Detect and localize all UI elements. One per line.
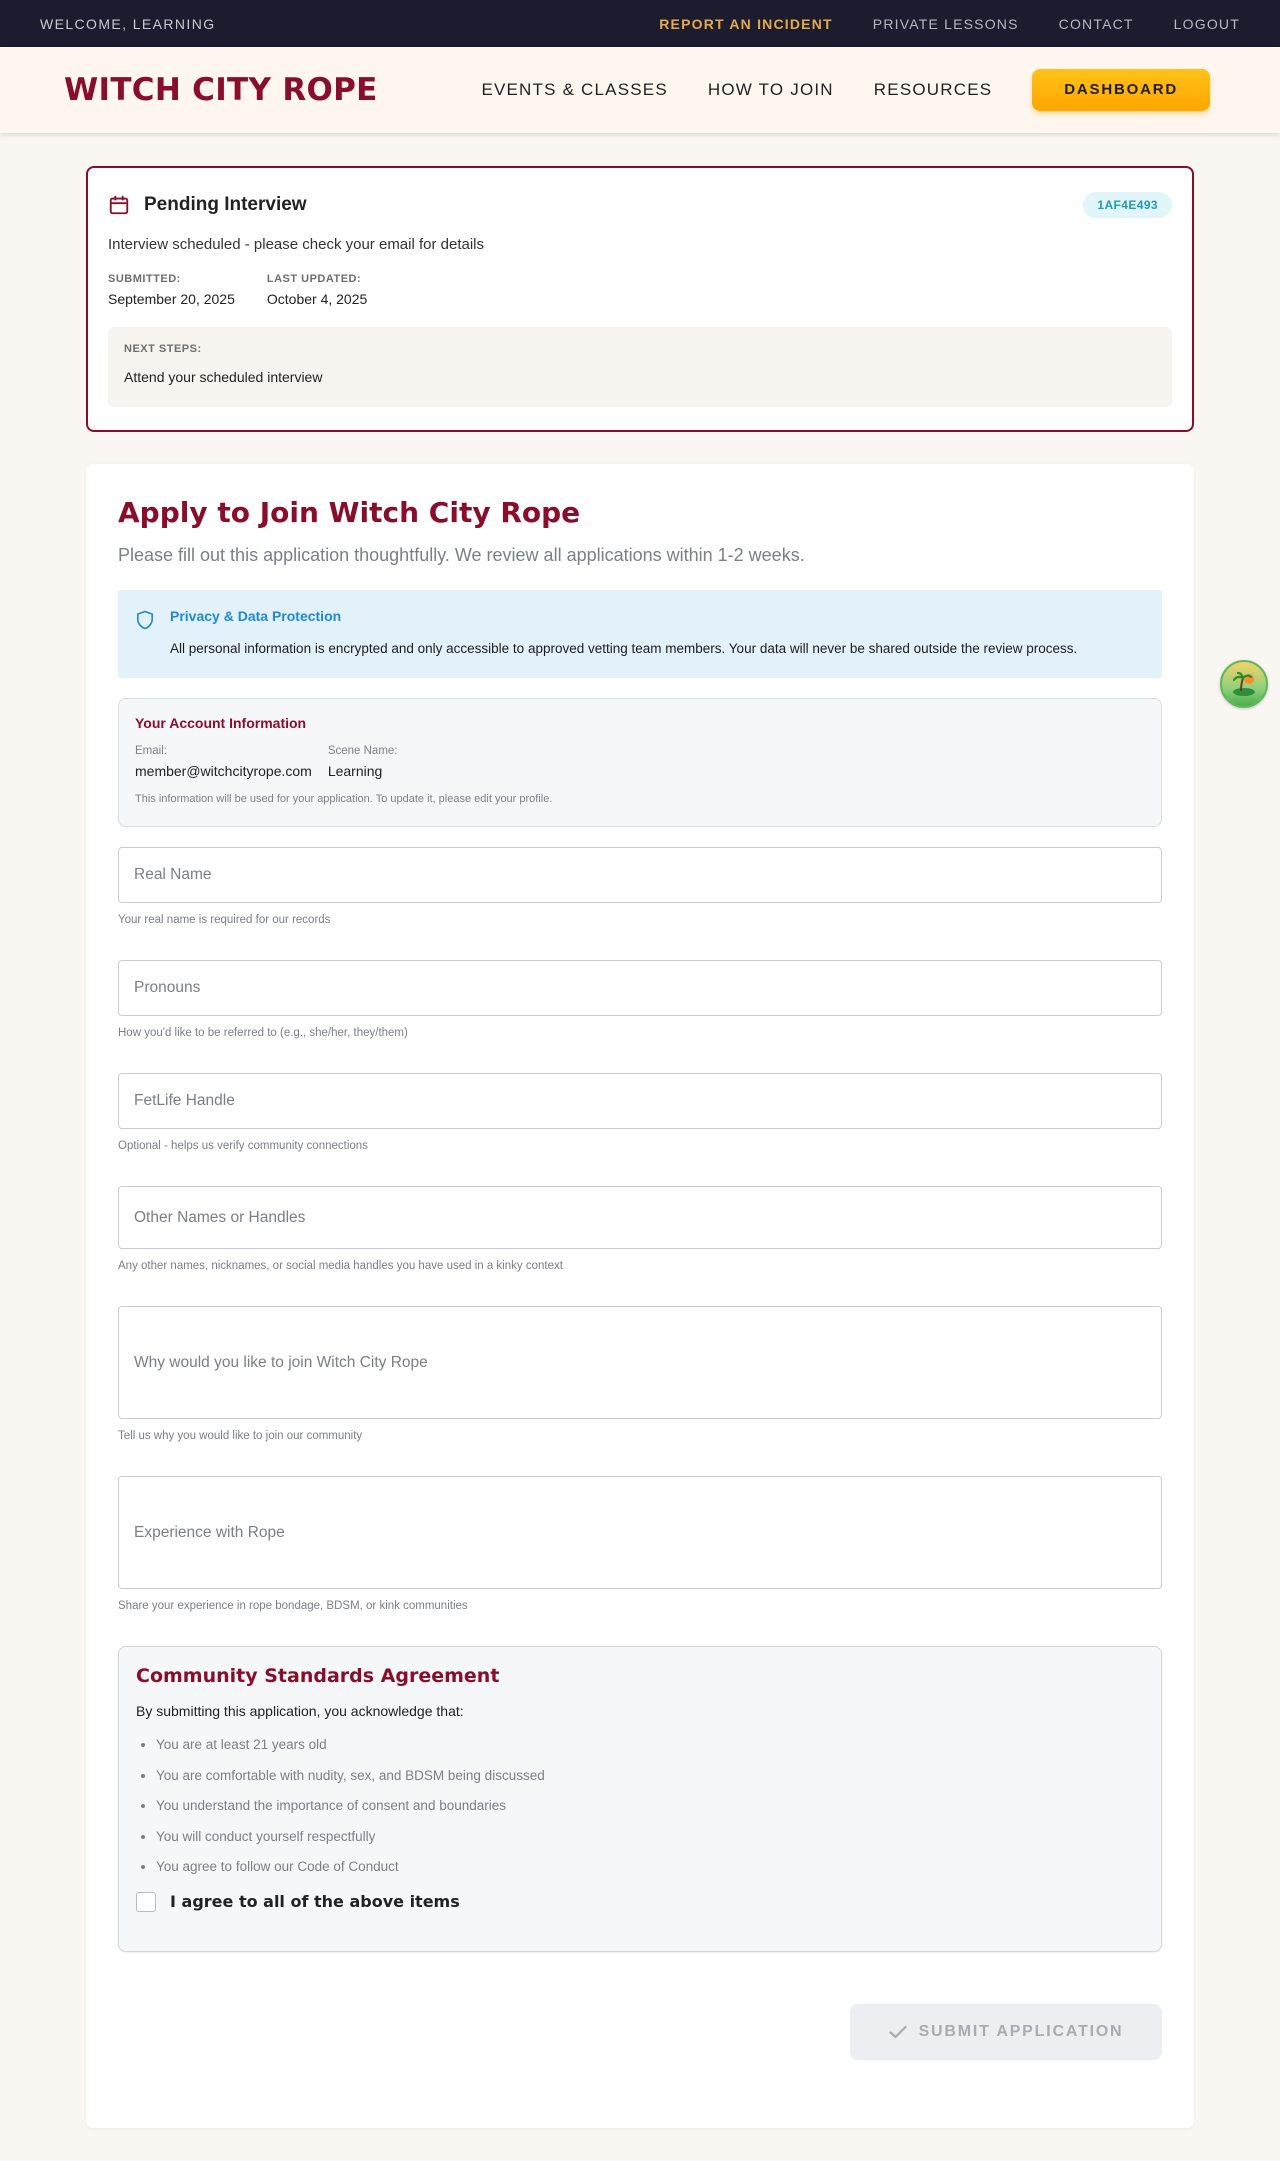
email-value: member@witchcityrope.com bbox=[135, 763, 312, 779]
agreement-checkbox[interactable] bbox=[136, 1891, 156, 1912]
application-form: Apply to Join Witch City Rope Please fil… bbox=[86, 464, 1194, 2128]
email-label: Email: bbox=[135, 745, 167, 757]
real-name-input[interactable]: Real Name bbox=[118, 847, 1162, 903]
pronouns-helper: How you'd like to be referred to (e.g., … bbox=[118, 1027, 408, 1039]
assistant-icon[interactable] bbox=[1220, 660, 1268, 708]
private-lessons-link[interactable]: PRIVATE LESSONS bbox=[873, 16, 1019, 32]
last-updated-date: October 4, 2025 bbox=[266, 291, 368, 307]
privacy-text: All personal information is encrypted an… bbox=[170, 641, 1078, 656]
nav-resources[interactable]: RESOURCES bbox=[874, 80, 993, 100]
agreement-title: Community Standards Agreement bbox=[136, 1665, 500, 1687]
nav-links: EVENTS & CLASSES HOW TO JOIN RESOURCES D… bbox=[441, 69, 1210, 111]
application-id-badge: 1AF4E493 bbox=[1083, 192, 1172, 218]
other-names-helper: Any other names, nicknames, or social me… bbox=[118, 1260, 563, 1272]
form-subtitle: Please fill out this application thought… bbox=[118, 545, 805, 565]
other-names-input[interactable]: Other Names or Handles bbox=[118, 1186, 1162, 1249]
status-title: Pending Interview bbox=[144, 194, 307, 215]
account-info-title: Your Account Information bbox=[135, 715, 307, 731]
status-message: Interview scheduled - please check your … bbox=[108, 236, 485, 253]
other-names-field-group: Other Names or Handles Any other names, … bbox=[118, 1186, 1162, 1272]
pronouns-input[interactable]: Pronouns bbox=[118, 960, 1162, 1016]
logout-link[interactable]: LOGOUT bbox=[1174, 16, 1240, 32]
account-fields: Email: member@witchcityrope.com Scene Na… bbox=[135, 745, 1145, 779]
status-dates: SUBMITTED: September 20, 2025 LAST UPDAT… bbox=[108, 273, 1172, 307]
why-join-field-group: Why would you like to join Witch City Ro… bbox=[118, 1306, 1162, 1442]
account-scene-group: Scene Name: Learning bbox=[328, 745, 398, 779]
privacy-title: Privacy & Data Protection bbox=[170, 608, 342, 624]
experience-field-group: Experience with Rope Share your experien… bbox=[118, 1476, 1162, 1612]
welcome-text: WELCOME, LEARNING bbox=[40, 15, 216, 32]
agreement-checkbox-row[interactable]: I agree to all of the above items bbox=[136, 1891, 1144, 1912]
application-status-card: Pending Interview 1AF4E493 Interview sch… bbox=[86, 166, 1194, 432]
submitted-label: SUBMITTED: bbox=[108, 273, 181, 285]
contact-link[interactable]: CONTACT bbox=[1059, 16, 1134, 32]
agreement-item: You are comfortable with nudity, sex, an… bbox=[156, 1768, 1144, 1799]
last-updated-label: LAST UPDATED: bbox=[266, 273, 362, 285]
updated-date-group: LAST UPDATED: October 4, 2025 bbox=[267, 273, 367, 307]
fetlife-field-group: FetLife Handle Optional - helps us verif… bbox=[118, 1073, 1162, 1152]
nav-events-classes[interactable]: EVENTS & CLASSES bbox=[481, 80, 667, 100]
utility-links: REPORT AN INCIDENT PRIVATE LESSONS CONTA… bbox=[619, 16, 1240, 32]
next-steps-text: Attend your scheduled interview bbox=[124, 369, 323, 385]
agreement-checkbox-label[interactable]: I agree to all of the above items bbox=[170, 1892, 460, 1911]
agreement-list: You are at least 21 years old You are co… bbox=[136, 1737, 1144, 1890]
status-header: Pending Interview 1AF4E493 bbox=[108, 192, 1172, 218]
real-name-helper: Your real name is required for our recor… bbox=[118, 914, 331, 926]
submit-label: SUBMIT APPLICATION bbox=[918, 2023, 1124, 2040]
submit-row: SUBMIT APPLICATION bbox=[118, 2004, 1162, 2060]
report-incident-link[interactable]: REPORT AN INCIDENT bbox=[659, 16, 833, 32]
experience-helper: Share your experience in rope bondage, B… bbox=[118, 1600, 468, 1612]
next-steps-box: NEXT STEPS: Attend your scheduled interv… bbox=[108, 327, 1172, 407]
shield-icon bbox=[136, 610, 154, 630]
fetlife-helper: Optional - helps us verify community con… bbox=[118, 1140, 368, 1152]
submitted-date: September 20, 2025 bbox=[108, 291, 235, 307]
agreement-item: You understand the importance of consent… bbox=[156, 1798, 1144, 1829]
dashboard-button[interactable]: DASHBOARD bbox=[1032, 69, 1210, 111]
account-note: This information will be used for your a… bbox=[135, 793, 553, 805]
account-email-group: Email: member@witchcityrope.com bbox=[135, 745, 312, 779]
agreement-item: You agree to follow our Code of Conduct bbox=[156, 1859, 1144, 1890]
experience-textarea[interactable]: Experience with Rope bbox=[118, 1476, 1162, 1589]
why-join-textarea[interactable]: Why would you like to join Witch City Ro… bbox=[118, 1306, 1162, 1419]
nav-how-to-join[interactable]: HOW TO JOIN bbox=[708, 80, 834, 100]
community-agreement-panel: Community Standards Agreement By submitt… bbox=[118, 1646, 1162, 1952]
form-title: Apply to Join Witch City Rope bbox=[118, 496, 581, 529]
next-steps-label: NEXT STEPS: bbox=[124, 343, 202, 355]
check-icon bbox=[888, 2025, 907, 2039]
agreement-item: You are at least 21 years old bbox=[156, 1737, 1144, 1768]
scene-name-value: Learning bbox=[327, 763, 383, 779]
agreement-item: You will conduct yourself respectfully bbox=[156, 1829, 1144, 1860]
submit-application-button[interactable]: SUBMIT APPLICATION bbox=[850, 2004, 1162, 2060]
site-logo[interactable]: WITCH CITY ROPE bbox=[64, 72, 378, 108]
island-icon bbox=[1232, 671, 1255, 696]
account-info-panel: Your Account Information Email: member@w… bbox=[118, 698, 1162, 827]
utility-bar: WELCOME, LEARNING REPORT AN INCIDENT PRI… bbox=[0, 0, 1280, 47]
pronouns-field-group: Pronouns How you'd like to be referred t… bbox=[118, 960, 1162, 1039]
main-nav: WITCH CITY ROPE EVENTS & CLASSES HOW TO … bbox=[0, 47, 1280, 133]
submitted-date-group: SUBMITTED: September 20, 2025 bbox=[108, 273, 235, 307]
fetlife-handle-input[interactable]: FetLife Handle bbox=[118, 1073, 1162, 1129]
privacy-content: Privacy & Data Protection All personal i… bbox=[170, 608, 1077, 660]
why-join-helper: Tell us why you would like to join our c… bbox=[118, 1430, 363, 1442]
real-name-field-group: Real Name Your real name is required for… bbox=[118, 847, 1162, 926]
agreement-intro: By submitting this application, you ackn… bbox=[136, 1703, 464, 1719]
scene-name-label: Scene Name: bbox=[327, 745, 398, 757]
privacy-notice: Privacy & Data Protection All personal i… bbox=[118, 590, 1162, 678]
calendar-icon bbox=[109, 195, 129, 215]
